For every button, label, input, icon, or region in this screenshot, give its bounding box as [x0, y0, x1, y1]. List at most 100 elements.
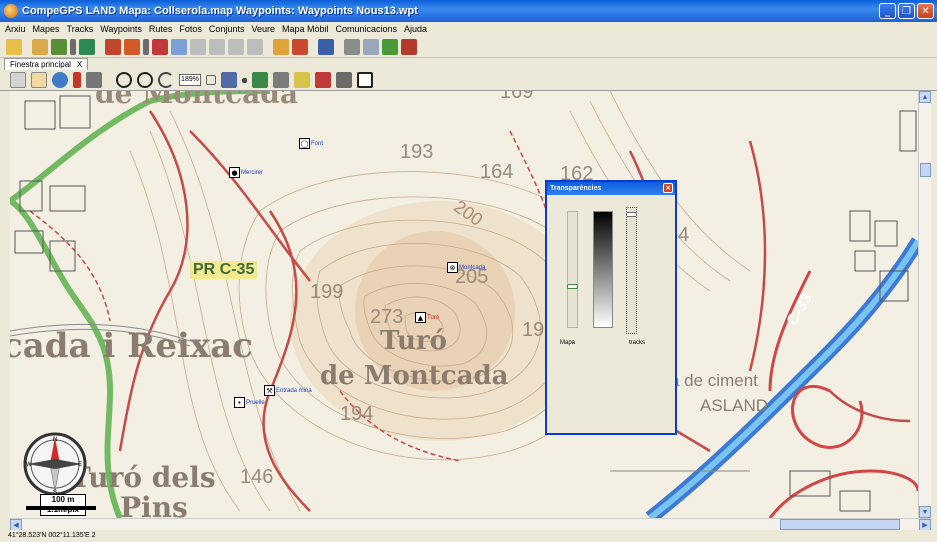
- zoom-dropdown-icon[interactable]: [206, 75, 216, 85]
- map-canvas[interactable]: de Montcada cada i Reixac Turó de Montca…: [10, 91, 918, 518]
- map-toolbar: 189%: [0, 70, 937, 91]
- layers-icon[interactable]: [221, 72, 237, 88]
- map-label-pins: Pins: [120, 491, 188, 518]
- compass-rose-icon[interactable]: N E S W: [22, 431, 88, 497]
- tracks-slider-thumb[interactable]: [626, 212, 637, 217]
- tab-close-icon[interactable]: X: [77, 59, 82, 70]
- profile-icon[interactable]: [171, 38, 187, 55]
- scroll-down-icon[interactable]: ▼: [919, 506, 931, 518]
- gps-icon[interactable]: [401, 38, 417, 55]
- tab-main-window[interactable]: Finestra principal X: [4, 58, 89, 70]
- compass-west: W: [26, 462, 32, 468]
- tracks-transparency-slider[interactable]: [626, 207, 637, 334]
- waypoint-dropdown-icon[interactable]: [70, 38, 76, 55]
- tab-label: Finestra principal: [10, 60, 71, 69]
- contour-label-194: 194: [340, 403, 374, 425]
- table-icon[interactable]: [228, 38, 244, 55]
- data-grid-icon[interactable]: [363, 38, 379, 55]
- waypoint-entrada-mina[interactable]: ⚒ Entrada mina: [264, 385, 312, 396]
- route-label-pr-c35: PR C-35: [190, 261, 258, 279]
- window-icon[interactable]: [357, 72, 373, 88]
- track-tool-icon[interactable]: [105, 38, 121, 55]
- scale-distance: 100 m: [51, 495, 75, 504]
- tab-strip: Finestra principal X: [0, 58, 937, 70]
- layers-dropdown-icon[interactable]: [242, 77, 247, 83]
- dot-icon: ●: [229, 167, 240, 178]
- menu-veure[interactable]: Veure: [251, 24, 275, 34]
- waypoint-font-label: Font: [311, 140, 324, 147]
- route-icon[interactable]: [273, 38, 289, 55]
- menu-conjunts[interactable]: Conjunts: [209, 24, 245, 34]
- menu-mapes[interactable]: Mapes: [33, 24, 60, 34]
- track-add-icon[interactable]: [152, 38, 168, 55]
- mapa-slider-label: Mapa: [560, 340, 576, 346]
- scroll-up-icon[interactable]: ▲: [919, 91, 931, 103]
- rotate-icon[interactable]: [158, 72, 174, 88]
- marker-icon[interactable]: [73, 72, 81, 88]
- contour-label-164: 164: [480, 161, 514, 183]
- open-map-icon[interactable]: [6, 38, 22, 55]
- track-dropdown-icon[interactable]: [143, 38, 149, 55]
- zoom-out-icon[interactable]: [137, 72, 153, 88]
- photo-icon[interactable]: [273, 72, 289, 88]
- waypoint-add-icon[interactable]: [79, 38, 95, 55]
- restore-button[interactable]: ❐: [898, 3, 915, 19]
- columns-icon[interactable]: [247, 38, 263, 55]
- waypoint-tool-icon[interactable]: [32, 38, 48, 55]
- waypoint-pruelle-label: Pruelle: [246, 399, 265, 406]
- map-label-turo-dels: Turó dels: [70, 461, 216, 494]
- mapa-transparency-slider[interactable]: [567, 211, 578, 328]
- menu-arxiu[interactable]: Arxiu: [5, 24, 26, 34]
- summit-icon: ▲: [415, 312, 426, 323]
- waypoint-montcada[interactable]: ⊗ Montcada: [447, 262, 485, 273]
- hand-pan-icon[interactable]: [31, 72, 47, 88]
- waypoint-pruelle[interactable]: • Pruelle: [234, 397, 265, 408]
- flag-icon[interactable]: [294, 72, 310, 88]
- map-label-montcada-top: de Montcada: [95, 91, 299, 110]
- compass-north: N: [53, 437, 57, 443]
- map-label-asland: ASLAND: [700, 396, 769, 415]
- print-icon[interactable]: [336, 72, 352, 88]
- waypoint-mercirer[interactable]: ● Mercirer: [229, 167, 263, 178]
- zoom-in-icon[interactable]: [116, 72, 132, 88]
- menu-comunicacions[interactable]: Comunicacions: [336, 24, 398, 34]
- export-icon[interactable]: [382, 38, 398, 55]
- waypoint-font[interactable]: ◯ Font: [299, 138, 323, 149]
- left-edge: [0, 91, 10, 530]
- vertical-scrollbar[interactable]: ▲ ▼: [918, 91, 931, 518]
- car-icon[interactable]: [86, 72, 102, 88]
- horizontal-scroll-thumb[interactable]: [780, 519, 900, 530]
- menu-rutes[interactable]: Rutes: [149, 24, 173, 34]
- zoom-level-box[interactable]: 189%: [179, 74, 201, 86]
- globe-icon[interactable]: [52, 72, 68, 88]
- close-button[interactable]: ✕: [917, 3, 934, 19]
- dialog-close-icon[interactable]: ×: [663, 183, 673, 193]
- vertical-scroll-thumb[interactable]: [920, 163, 931, 177]
- waypoint-mercirer-label: Mercirer: [241, 169, 263, 176]
- mapa-slider-thumb[interactable]: [567, 284, 578, 289]
- track-edit-icon[interactable]: [124, 38, 140, 55]
- menu-tracks[interactable]: Tracks: [67, 24, 94, 34]
- status-bar: 41°28.523'N 002°11.135'E 2: [0, 530, 937, 542]
- menu-mapa-mobil[interactable]: Mapa Mòbil: [282, 24, 329, 34]
- zoom-100-icon[interactable]: [10, 72, 26, 88]
- main-toolbar: [0, 36, 937, 58]
- menu-ajuda[interactable]: Ajuda: [404, 24, 427, 34]
- waypoint-edit-icon[interactable]: [51, 38, 67, 55]
- measure-icon[interactable]: [315, 72, 331, 88]
- contour-label-273: 273: [370, 306, 404, 328]
- list-icon[interactable]: [209, 38, 225, 55]
- waypoint-turo[interactable]: ▲ Turó: [415, 312, 439, 323]
- grid-icon[interactable]: [190, 38, 206, 55]
- undo-icon[interactable]: [318, 38, 334, 55]
- horizontal-scrollbar[interactable]: ◀ ▶: [10, 518, 931, 531]
- route-edit-icon[interactable]: [292, 38, 308, 55]
- menu-waypoints[interactable]: Waypoints: [100, 24, 142, 34]
- map-view-icon[interactable]: [252, 72, 268, 88]
- compegps-app-icon: [4, 4, 18, 18]
- minimize-button[interactable]: _: [879, 3, 896, 19]
- window-title: CompeGPS LAND Mapa: Collserola.map Waypo…: [22, 5, 418, 17]
- scale-bar: [26, 506, 96, 510]
- calculator-icon[interactable]: [344, 38, 360, 55]
- menu-fotos[interactable]: Fotos: [179, 24, 202, 34]
